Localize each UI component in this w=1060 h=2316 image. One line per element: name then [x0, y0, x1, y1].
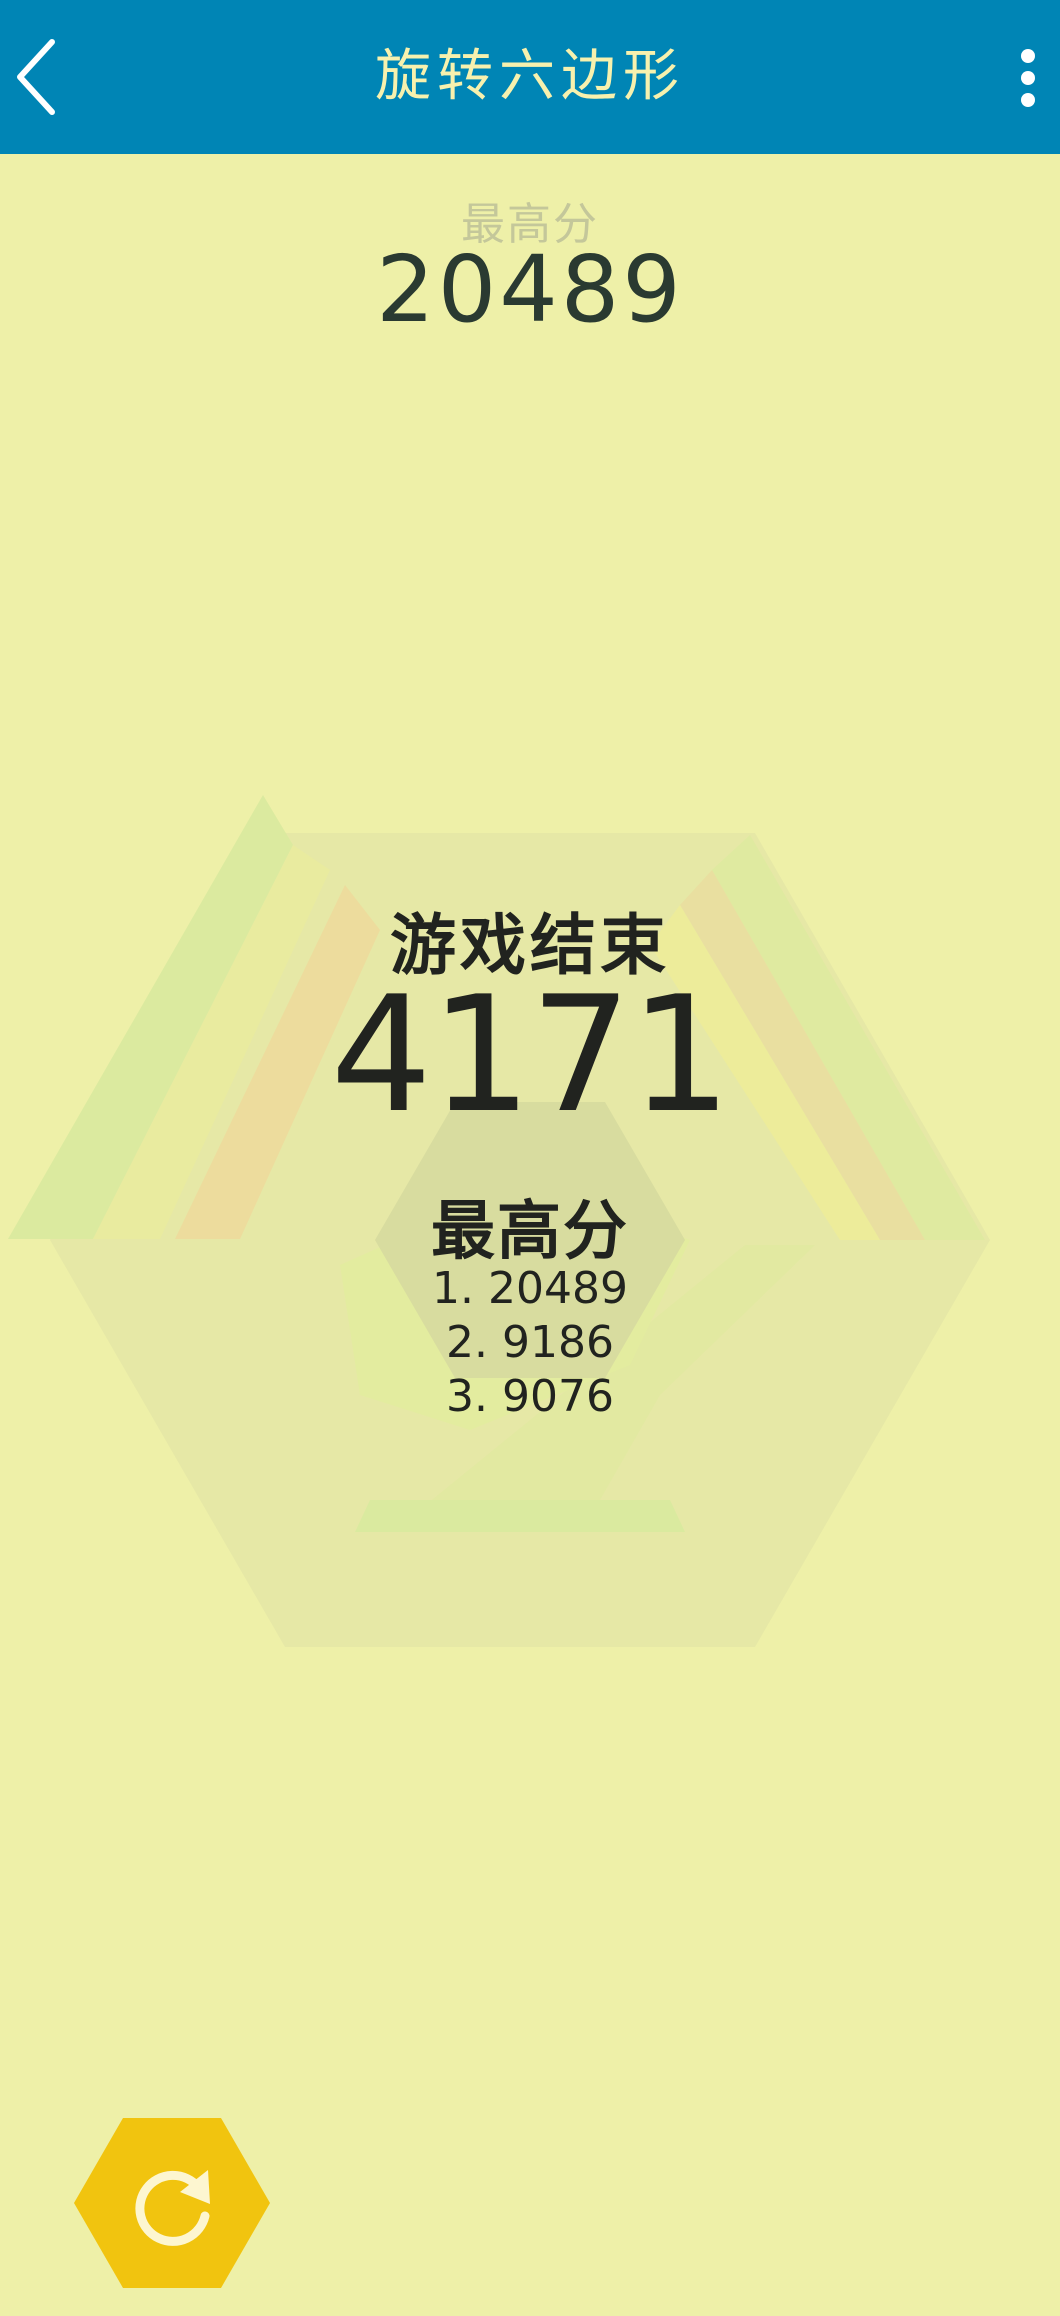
hexagon-button-shape — [74, 2118, 270, 2288]
more-options-button[interactable] — [990, 30, 1060, 130]
best-score-value: 20489 — [376, 236, 684, 343]
app-title: 旋转六边形 — [375, 44, 685, 109]
final-score: 4171 — [330, 961, 731, 1148]
high-scores-list: 1. 20489 2. 9186 3. 9076 — [0, 1262, 1060, 1424]
high-scores-heading: 最高分 — [431, 1194, 629, 1269]
more-vertical-icon — [1021, 49, 1035, 107]
high-score-entry: 2. 9186 — [446, 1317, 614, 1368]
top-app-bar: 旋转六边形 — [0, 0, 1060, 154]
restart-button[interactable] — [74, 2118, 270, 2288]
high-score-entry: 3. 9076 — [446, 1371, 614, 1422]
high-score-entry: 1. 20489 — [432, 1263, 628, 1314]
